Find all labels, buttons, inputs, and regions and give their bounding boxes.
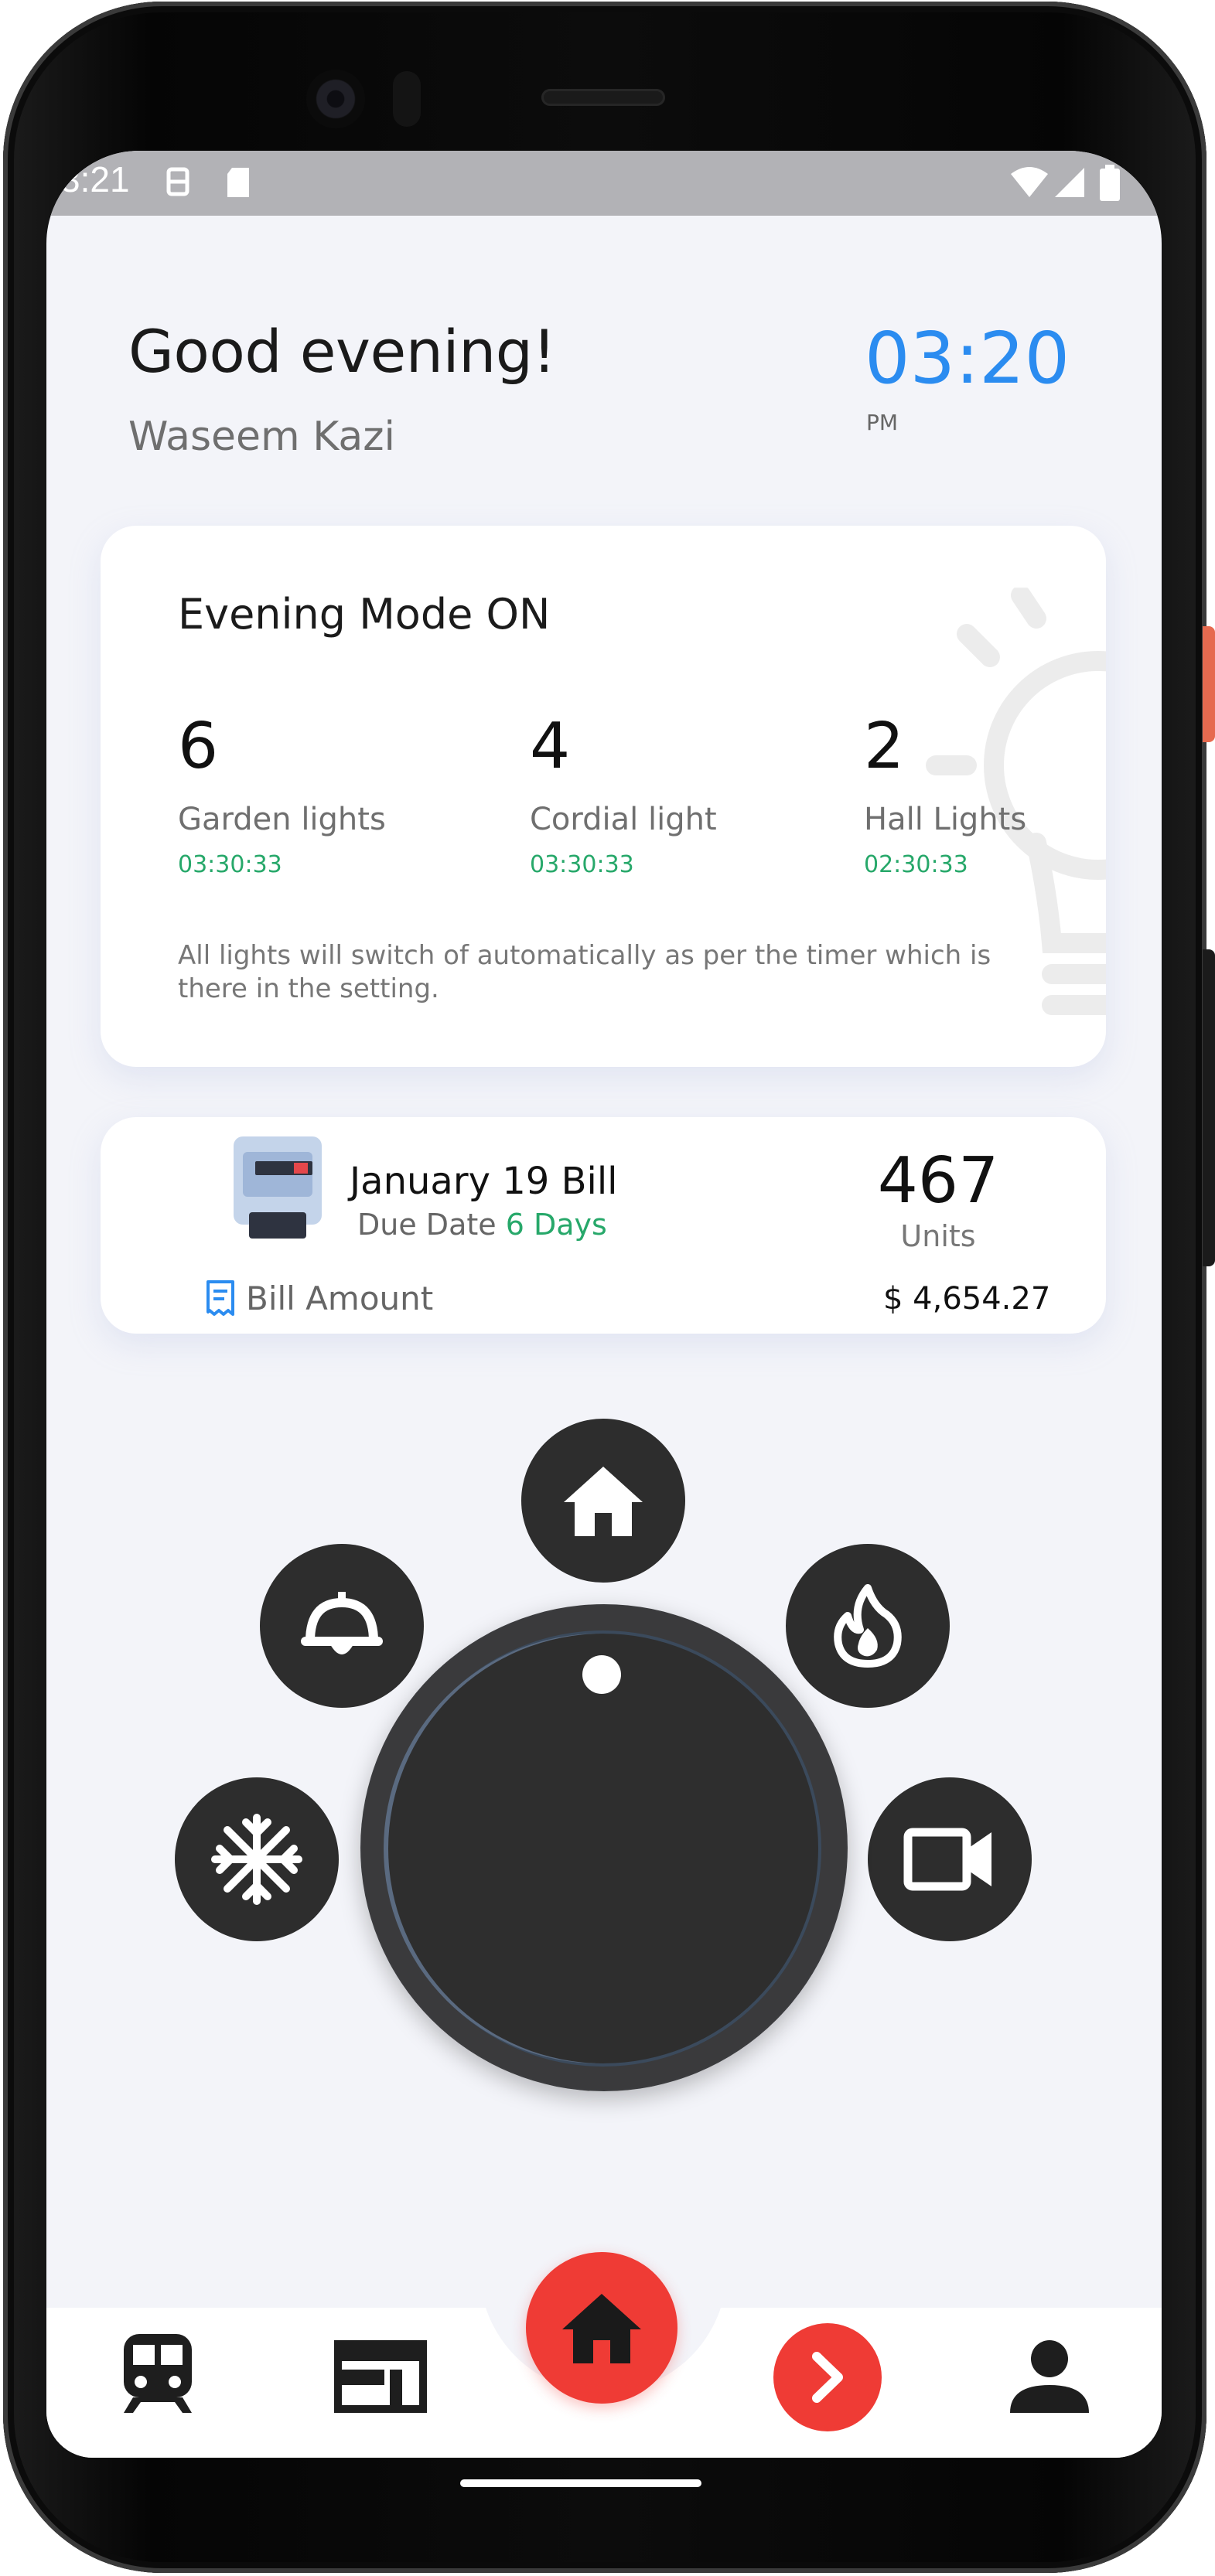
stat-cordial-light: 4 Cordial light 03:30:33 [530, 710, 717, 879]
stat-count: 2 [864, 710, 905, 783]
dial-snowflake-button[interactable] [175, 1777, 339, 1941]
earpiece-speaker [541, 89, 665, 106]
dial-camera-button[interactable] [868, 1777, 1032, 1941]
stat-timer: 02:30:33 [864, 851, 968, 878]
lamp-icon [301, 1592, 383, 1654]
stat-count: 6 [178, 710, 219, 783]
receipt-icon [206, 1280, 234, 1316]
stat-timer: 03:30:33 [178, 851, 282, 878]
dashboard-icon [334, 2340, 427, 2413]
battery-icon [1098, 165, 1121, 206]
person-icon [1010, 2340, 1089, 2413]
home-icon [564, 1467, 643, 1536]
bill-card[interactable]: January 19 Bill Due Date 6 Days 467 Unit… [101, 1117, 1106, 1334]
proximity-sensor [393, 71, 421, 127]
mode-note: All lights will switch of automatically … [178, 940, 991, 1004]
bill-title: January 19 Bill [350, 1160, 618, 1203]
bill-amount-value: $ 4,654.27 [883, 1281, 1051, 1317]
train-icon [124, 2334, 192, 2413]
app-screen: 3:21 Good evening! Waseem Kazi 03:20 PM [46, 151, 1162, 2458]
stat-label: Garden lights [178, 802, 386, 837]
dial-lamp-button[interactable] [260, 1544, 424, 1708]
home-icon [562, 2294, 641, 2363]
wifi-icon [1009, 165, 1049, 203]
control-knob[interactable] [388, 1634, 818, 2063]
stat-timer: 03:30:33 [530, 851, 634, 878]
knob-indicator-dot [582, 1655, 621, 1694]
cell-signal-icon [1053, 165, 1087, 203]
volume-button [1203, 949, 1215, 1266]
nav-dashboard-button[interactable] [334, 2340, 427, 2416]
nav-next-button[interactable] [773, 2323, 882, 2431]
clock-time: 03:20 [865, 317, 1070, 400]
due-value: 6 Days [505, 1208, 607, 1242]
dial-fire-button[interactable] [786, 1544, 950, 1708]
home-indicator[interactable] [460, 2479, 701, 2487]
power-button [1203, 626, 1215, 742]
mode-title: Evening Mode ON [178, 590, 551, 639]
nav-train-button[interactable] [119, 2331, 196, 2419]
status-bar: 3:21 [46, 151, 1162, 216]
fire-icon [834, 1584, 902, 1668]
status-time: 3:21 [60, 159, 130, 199]
chevron-right-icon [812, 2352, 843, 2403]
stat-label: Hall Lights [864, 802, 1027, 837]
units-value: 467 [877, 1144, 999, 1218]
sim-icon [162, 165, 193, 203]
stat-garden-lights: 6 Garden lights 03:30:33 [178, 710, 386, 879]
stat-hall-lights: 2 Hall Lights 02:30:33 [864, 710, 1027, 879]
clock-ampm: PM [866, 410, 899, 435]
bill-due-date: Due Date 6 Days [357, 1208, 607, 1242]
dial-home-button[interactable] [521, 1419, 685, 1583]
sd-card-icon [223, 165, 254, 203]
snowflake-icon [211, 1814, 302, 1905]
nav-home-fab[interactable] [526, 2252, 677, 2404]
electric-meter-icon [234, 1136, 322, 1239]
greeting-title: Good evening! [128, 317, 556, 386]
front-camera [306, 70, 365, 128]
video-camera-icon [903, 1828, 991, 1891]
phone-frame: 3:21 Good evening! Waseem Kazi 03:20 PM [0, 0, 1215, 2576]
stat-count: 4 [530, 710, 571, 783]
stat-label: Cordial light [530, 802, 717, 837]
bill-amount-label: Bill Amount [246, 1279, 434, 1317]
nav-profile-button[interactable] [1007, 2339, 1092, 2419]
user-name: Waseem Kazi [128, 414, 396, 460]
due-label: Due Date [357, 1208, 497, 1242]
evening-mode-card[interactable]: Evening Mode ON 6 Garden lights 03:30:33… [101, 526, 1106, 1067]
units-label: Units [900, 1219, 976, 1253]
